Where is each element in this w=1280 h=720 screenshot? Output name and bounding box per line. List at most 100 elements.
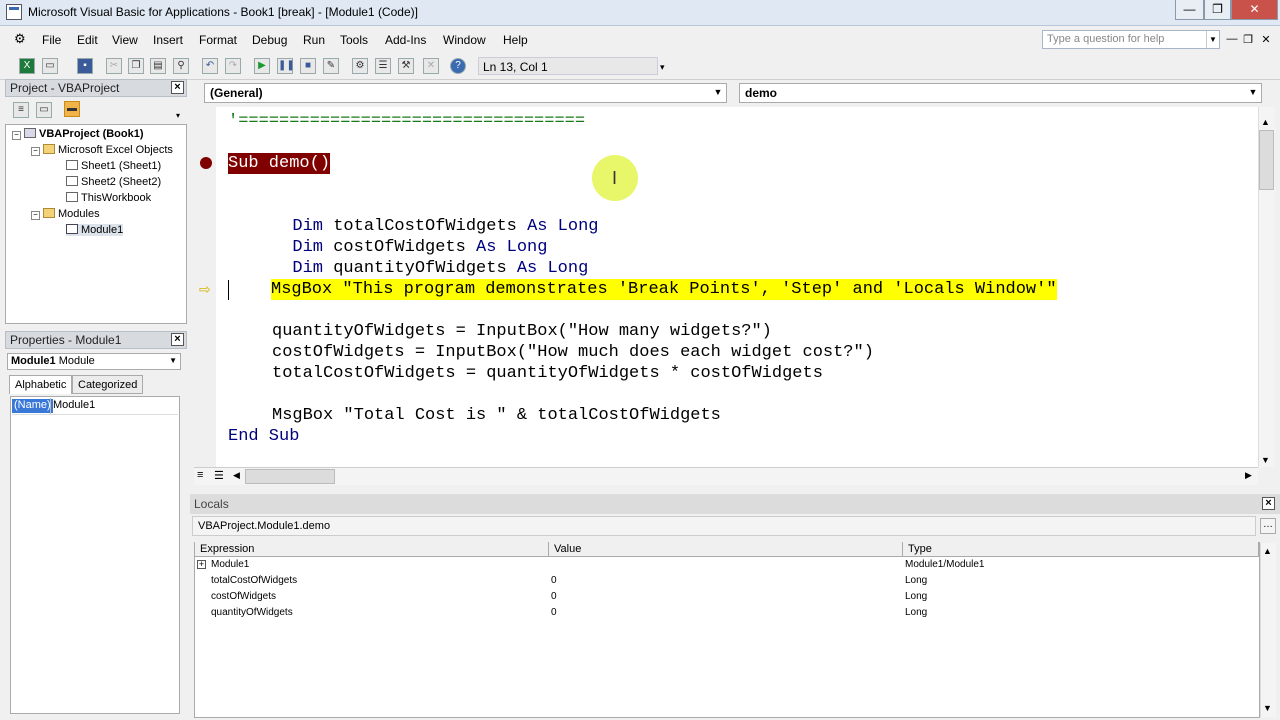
header-type[interactable]: Type	[903, 542, 1259, 557]
project-pane-close-icon[interactable]: ×	[171, 81, 184, 94]
code-sub-header: Sub demo()	[228, 153, 331, 174]
prop-name-value[interactable]: Module1	[53, 399, 95, 411]
design-mode-icon[interactable]: ✎	[323, 58, 339, 74]
project-pane-header: Project - VBAProject	[5, 79, 187, 97]
view-code-icon[interactable]: ≡	[13, 102, 29, 118]
full-module-view-icon[interactable]: ☰	[214, 469, 224, 482]
execution-arrow-icon: ⇨	[199, 281, 211, 297]
tree-module1[interactable]: Module1	[66, 224, 124, 236]
help-dropdown-icon[interactable]: ▼	[1206, 31, 1219, 48]
locals-expr[interactable]: Module1	[211, 559, 249, 570]
chevron-down-icon: ▼	[169, 356, 177, 365]
tree-thisworkbook[interactable]: ThisWorkbook	[66, 192, 151, 204]
toggle-folders-icon[interactable]: ▬	[64, 101, 80, 117]
menu-format[interactable]: Format	[199, 33, 237, 47]
collapse-icon[interactable]: −	[31, 147, 40, 156]
menu-edit[interactable]: Edit	[77, 33, 98, 47]
procedure-view-icon[interactable]: ≡	[197, 469, 203, 481]
scroll-down-icon[interactable]: ▼	[1261, 455, 1270, 465]
menu-insert[interactable]: Insert	[153, 33, 183, 47]
toolbar-options-icon[interactable]: ▾	[660, 62, 665, 73]
object-combo[interactable]: (General) ▼	[204, 83, 727, 103]
run-icon[interactable]: ▶	[254, 58, 270, 74]
tree-modules[interactable]: − Modules	[31, 208, 100, 220]
tree-sheet1[interactable]: Sheet1 (Sheet1)	[66, 160, 161, 172]
object-browser-icon[interactable]: ⚒	[398, 58, 414, 74]
doc-restore-button[interactable]: ❐	[1240, 33, 1256, 46]
breakpoint-icon[interactable]	[200, 157, 212, 169]
help-search-input[interactable]: Type a question for help	[1042, 30, 1220, 49]
text-cursor	[228, 280, 229, 300]
locals-scrollbar[interactable]	[1260, 543, 1276, 717]
scroll-thumb[interactable]	[1259, 130, 1274, 190]
excel-icon[interactable]: X	[19, 58, 35, 74]
save-icon[interactable]: ▪	[77, 58, 93, 74]
view-object-icon[interactable]: ▭	[36, 102, 52, 118]
call-stack-button[interactable]: …	[1260, 518, 1276, 534]
copy-icon[interactable]: ❐	[128, 58, 144, 74]
code-dim-quantity: Dim quantityOfWidgets As Long	[292, 259, 589, 278]
scroll-left-icon[interactable]: ◀	[233, 470, 240, 481]
vba-menu-icon[interactable]: ⚙	[14, 31, 26, 47]
locals-close-icon[interactable]: ×	[1262, 497, 1275, 510]
break-icon[interactable]: ❚❚	[277, 58, 295, 74]
project-explorer-icon[interactable]: ⚙	[352, 58, 368, 74]
locals-value[interactable]: 0	[551, 591, 557, 602]
scroll-up-icon[interactable]: ▲	[1263, 546, 1272, 556]
tab-categorized[interactable]: Categorized	[72, 375, 144, 394]
redo-icon[interactable]: ↷	[225, 58, 241, 74]
procedure-combo[interactable]: demo ▼	[739, 83, 1262, 103]
menu-window[interactable]: Window	[443, 33, 486, 47]
undo-icon[interactable]: ↶	[202, 58, 218, 74]
properties-window-icon[interactable]: ☰	[375, 58, 391, 74]
expand-icon[interactable]: +	[197, 560, 206, 569]
reset-icon[interactable]: ■	[300, 58, 316, 74]
tree-excel-objects[interactable]: − Microsoft Excel Objects	[31, 144, 173, 156]
minimize-button[interactable]: —	[1175, 0, 1204, 20]
menu-help[interactable]: Help	[503, 33, 528, 47]
prop-name-label[interactable]: (Name)	[12, 399, 53, 413]
prop-row-divider	[12, 414, 178, 415]
sheet-icon	[66, 160, 78, 170]
tree-root[interactable]: − VBAProject (Book1)	[12, 128, 144, 140]
header-value[interactable]: Value	[549, 542, 903, 557]
locals-expr[interactable]: totalCostOfWidgets	[211, 575, 297, 586]
menu-tools[interactable]: Tools	[340, 33, 368, 47]
locals-expr[interactable]: costOfWidgets	[211, 591, 276, 602]
locals-value[interactable]: 0	[551, 607, 557, 618]
help-icon[interactable]: ?	[450, 58, 466, 74]
close-button[interactable]: ✕	[1231, 0, 1278, 20]
doc-close-button[interactable]: ✕	[1258, 33, 1274, 46]
h-scroll-thumb[interactable]	[245, 469, 335, 484]
tab-alphabetic[interactable]: Alphabetic	[9, 375, 73, 394]
locals-grid	[194, 542, 1260, 718]
code-dim-total: Dim totalCostOfWidgets As Long	[292, 217, 599, 236]
i-beam-cursor-icon: I	[612, 168, 618, 188]
scroll-down-icon[interactable]: ▼	[1263, 703, 1272, 713]
scroll-right-icon[interactable]: ▶	[1245, 470, 1252, 481]
menu-file[interactable]: File	[42, 33, 61, 47]
scroll-up-icon[interactable]: ▲	[1261, 117, 1270, 127]
collapse-icon[interactable]: −	[12, 131, 21, 140]
module-icon	[66, 224, 78, 234]
header-expression[interactable]: Expression	[195, 542, 549, 557]
menu-run[interactable]: Run	[303, 33, 325, 47]
tree-sheet2[interactable]: Sheet2 (Sheet2)	[66, 176, 161, 188]
pane-scroll-icon[interactable]: ▾	[176, 111, 180, 120]
menu-add-ins[interactable]: Add-Ins	[385, 33, 426, 47]
find-icon[interactable]: ⚲	[173, 58, 189, 74]
locals-value[interactable]: 0	[551, 575, 557, 586]
maximize-button[interactable]: ❐	[1204, 0, 1231, 20]
cut-icon[interactable]: ✂	[106, 58, 122, 74]
toolbox-icon[interactable]: ✕	[423, 58, 439, 74]
locals-expr[interactable]: quantityOfWidgets	[211, 607, 293, 618]
menu-debug[interactable]: Debug	[252, 33, 287, 47]
doc-minimize-button[interactable]: —	[1224, 33, 1240, 45]
collapse-icon[interactable]: −	[31, 211, 40, 220]
insert-userform-icon[interactable]: ▭	[42, 58, 58, 74]
paste-icon[interactable]: ▤	[150, 58, 166, 74]
code-horizontal-scrollbar[interactable]	[194, 467, 1258, 485]
menu-view[interactable]: View	[112, 33, 138, 47]
properties-pane-close-icon[interactable]: ×	[171, 333, 184, 346]
object-selector[interactable]: Module1 Module ▼	[7, 353, 181, 370]
